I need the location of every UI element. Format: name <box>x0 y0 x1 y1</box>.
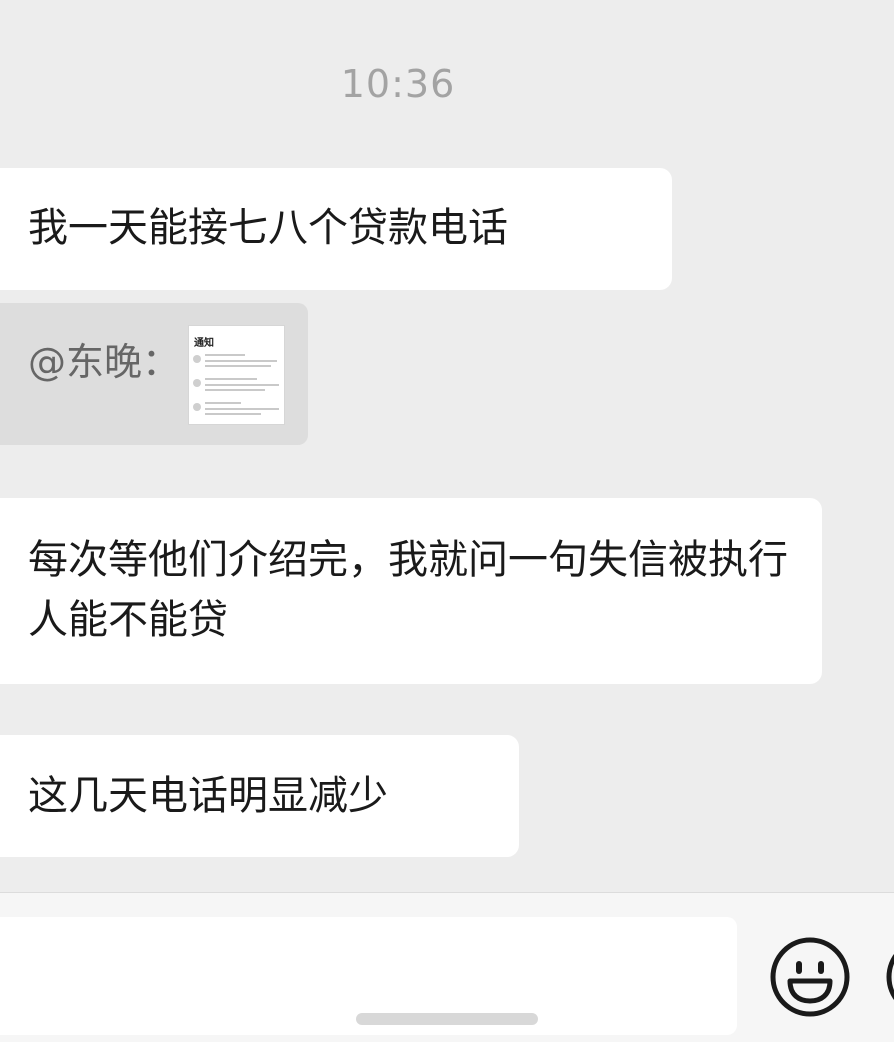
message-bubble[interactable]: 这几天电话明显减少 <box>0 735 519 857</box>
timestamp: 10:36 <box>340 62 456 106</box>
more-button[interactable] <box>884 935 894 1019</box>
quoted-image-thumbnail[interactable]: 通知 <box>188 325 285 425</box>
emoji-icon <box>770 937 850 1017</box>
thumbnail-row <box>193 376 281 398</box>
quote-author: @东晚： <box>28 340 181 384</box>
input-bar <box>0 892 894 1042</box>
thumbnail-title: 通知 <box>194 338 214 349</box>
quoted-message[interactable]: @东晚： 通知 <box>0 303 308 445</box>
thumbnail-row <box>193 400 281 422</box>
message-text: 每次等他们介绍完，我就问一句失信被执行人能不能贷 <box>28 537 788 643</box>
message-bubble[interactable]: 每次等他们介绍完，我就问一句失信被执行人能不能贷 <box>0 498 822 684</box>
emoji-button[interactable] <box>768 935 852 1019</box>
message-text: 我一天能接七八个贷款电话 <box>28 205 508 251</box>
home-indicator <box>356 1013 538 1025</box>
chat-area[interactable]: 10:36 我一天能接七八个贷款电话 @东晚： 通知 每次等他们介绍完，我就问一… <box>0 0 894 892</box>
plus-icon <box>886 953 894 1001</box>
thumbnail-row <box>193 352 281 374</box>
message-bubble[interactable]: 我一天能接七八个贷款电话 <box>0 168 672 290</box>
message-text: 这几天电话明显减少 <box>28 773 388 819</box>
